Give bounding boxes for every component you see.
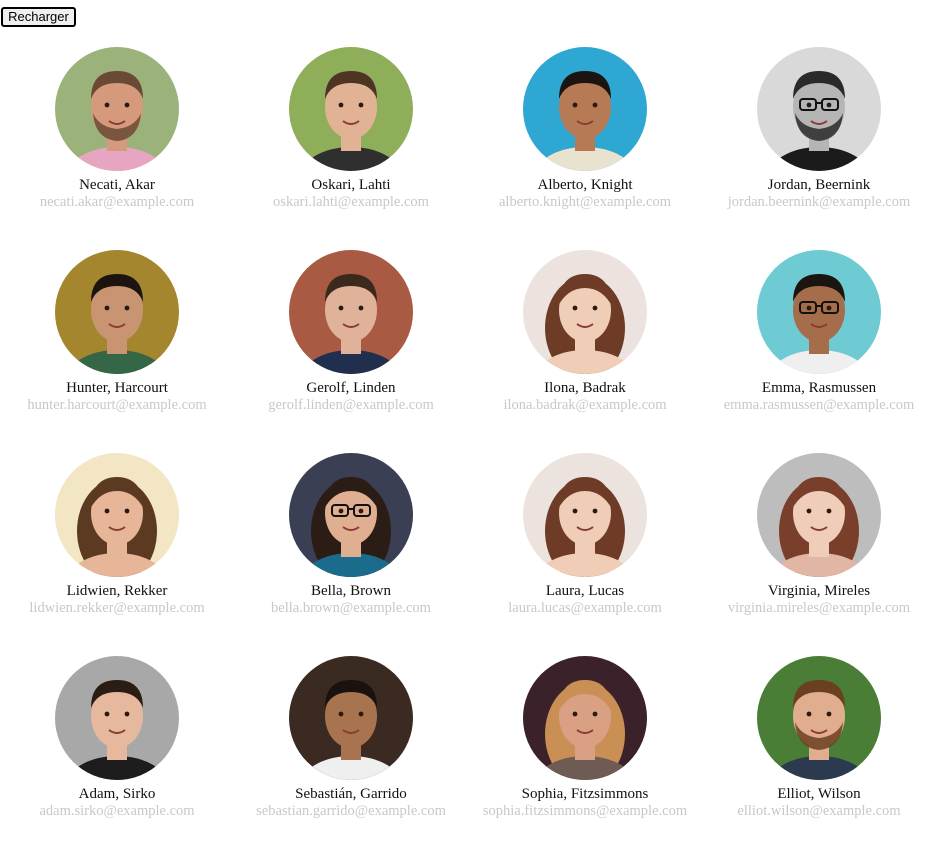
person-name: Sophia, Fitzsimmons <box>521 786 649 802</box>
avatar <box>523 47 647 171</box>
person-email: emma.rasmussen@example.com <box>723 397 915 413</box>
person-name: Virginia, Mireles <box>767 583 871 599</box>
person-card: Virginia, Mireles virginia.mireles@exampl… <box>702 453 936 656</box>
person-email: virginia.mireles@example.com <box>727 600 911 616</box>
person-email: jordan.beernink@example.com <box>727 194 911 210</box>
person-name: Necati, Akar <box>79 177 155 193</box>
avatar <box>55 250 179 374</box>
person-email: alberto.knight@example.com <box>499 194 671 210</box>
person-name: Sebastián, Garrido <box>295 786 407 802</box>
person-email: bella.brown@example.com <box>271 600 431 616</box>
person-name: Alberto, Knight <box>537 177 633 193</box>
person-card: Adam, Sirko adam.sirko@example.com <box>0 656 234 859</box>
avatar <box>55 47 179 171</box>
person-card: Laura, Lucas laura.lucas@example.com <box>468 453 702 656</box>
avatar <box>523 250 647 374</box>
person-card: Jordan, Beernink jordan.beernink@example.… <box>702 47 936 250</box>
person-card: Hunter, Harcourt hunter.harcourt@example.… <box>0 250 234 453</box>
person-name: Hunter, Harcourt <box>66 380 168 396</box>
person-email: ilona.badrak@example.com <box>503 397 667 413</box>
avatar <box>289 250 413 374</box>
person-card: Oskari, Lahti oskari.lahti@example.com <box>234 47 468 250</box>
person-email: elliot.wilson@example.com <box>737 803 901 819</box>
person-email: laura.lucas@example.com <box>508 600 662 616</box>
avatar <box>523 453 647 577</box>
person-email: necati.akar@example.com <box>39 194 195 210</box>
reload-button[interactable]: Recharger <box>1 7 76 27</box>
avatar <box>55 656 179 780</box>
person-card: Sophia, Fitzsimmons sophia.fitzsimmons@ex… <box>468 656 702 859</box>
person-email: oskari.lahti@example.com <box>273 194 429 210</box>
person-name: Elliot, Wilson <box>777 786 861 802</box>
person-name: Emma, Rasmussen <box>761 380 877 396</box>
avatar <box>757 453 881 577</box>
person-card: Emma, Rasmussen emma.rasmussen@example.co… <box>702 250 936 453</box>
avatar <box>289 453 413 577</box>
person-name: Jordan, Beernink <box>767 177 871 193</box>
person-name: Lidwien, Rekker <box>66 583 168 599</box>
person-card: Elliot, Wilson elliot.wilson@example.com <box>702 656 936 859</box>
person-email: lidwien.rekker@example.com <box>29 600 205 616</box>
person-email: adam.sirko@example.com <box>39 803 195 819</box>
person-email: sophia.fitzsimmons@example.com <box>482 803 688 819</box>
avatar <box>757 656 881 780</box>
person-email: sebastian.garrido@example.com <box>256 803 446 819</box>
person-name: Laura, Lucas <box>545 583 625 599</box>
person-email: gerolf.linden@example.com <box>268 397 434 413</box>
person-card: Sebastián, Garrido sebastian.garrido@exam… <box>234 656 468 859</box>
person-email: hunter.harcourt@example.com <box>27 397 207 413</box>
person-name: Ilona, Badrak <box>544 380 626 396</box>
person-card: Alberto, Knight alberto.knight@example.co… <box>468 47 702 250</box>
person-card: Gerolf, Linden gerolf.linden@example.com <box>234 250 468 453</box>
avatar <box>289 47 413 171</box>
person-card: Ilona, Badrak ilona.badrak@example.com <box>468 250 702 453</box>
person-name: Adam, Sirko <box>78 786 156 802</box>
person-name: Bella, Brown <box>311 583 391 599</box>
person-card: Lidwien, Rekker lidwien.rekker@example.co… <box>0 453 234 656</box>
avatar <box>289 656 413 780</box>
person-name: Gerolf, Linden <box>306 380 396 396</box>
avatar <box>757 47 881 171</box>
person-name: Oskari, Lahti <box>311 177 391 193</box>
person-card: Bella, Brown bella.brown@example.com <box>234 453 468 656</box>
avatar <box>55 453 179 577</box>
person-card: Necati, Akar necati.akar@example.com <box>0 47 234 250</box>
people-grid: Necati, Akar necati.akar@example.com Oskar… <box>0 47 945 859</box>
avatar <box>523 656 647 780</box>
avatar <box>757 250 881 374</box>
